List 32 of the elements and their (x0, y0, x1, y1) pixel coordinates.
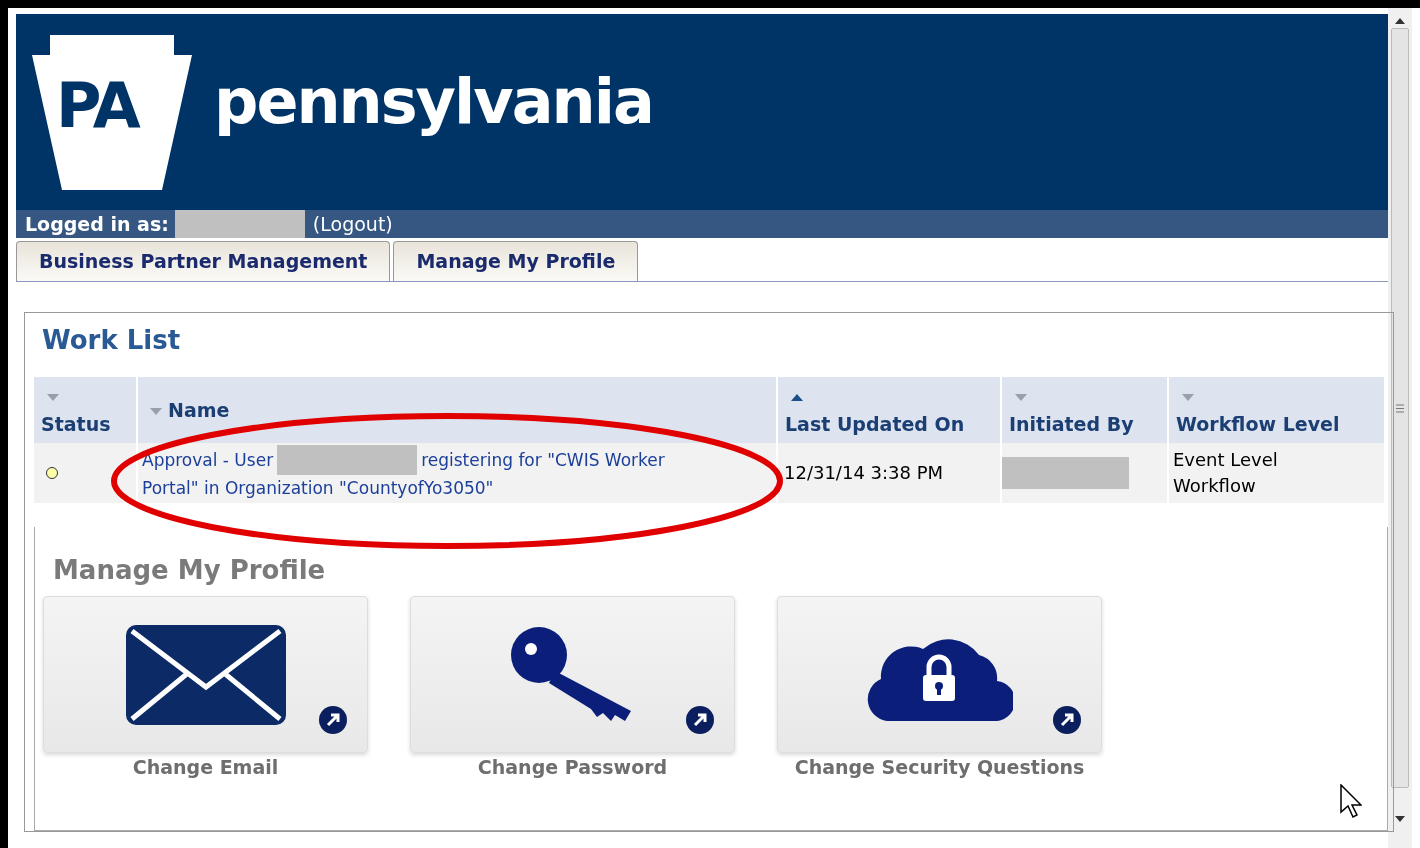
column-header[interactable]: Last Updated On (778, 377, 1002, 443)
grip-icon (1396, 403, 1404, 413)
item-name-text[interactable]: registering for "CWIS Worker (421, 447, 665, 473)
date-cell-text: 12/31/14 3:38 PM (784, 461, 944, 485)
workflow-level-cell-text: Event Level Workflow (1173, 448, 1279, 498)
scroll-down-icon[interactable] (1395, 816, 1405, 822)
keystone-logo-icon (32, 34, 192, 190)
tab[interactable]: Manage My Profile (393, 241, 639, 281)
envelope-icon (125, 624, 286, 725)
section-title: Manage My Profile (53, 554, 327, 587)
item-name-text[interactable]: Approval - User (142, 447, 274, 473)
profile-tile[interactable] (777, 596, 1102, 753)
tab[interactable]: Business Partner Management (16, 241, 391, 281)
item-name-text[interactable]: Portal" in Organization "CountyofYo3050" (142, 475, 665, 501)
mouse-cursor-icon (1340, 784, 1362, 818)
profile-tile[interactable] (43, 596, 368, 753)
tile-label[interactable]: Change Password (477, 753, 668, 782)
scroll-up-icon[interactable] (1395, 18, 1405, 24)
column-header[interactable]: Name (138, 377, 778, 443)
tile-label[interactable]: Change Email (132, 753, 279, 782)
scroll-thumb[interactable] (1391, 28, 1409, 788)
sort-up-icon[interactable] (791, 394, 803, 402)
column-header[interactable]: Initiated By (1002, 377, 1169, 443)
panel-title: Work List (42, 324, 182, 357)
logged-in-label: Logged in as: (25, 211, 169, 237)
scrollbar[interactable] (1388, 8, 1412, 848)
column-header[interactable]: Workflow Level (1169, 377, 1386, 443)
logout-link[interactable]: (Logout) (312, 209, 393, 239)
profile-tile[interactable] (410, 596, 735, 753)
tile-label[interactable]: Change Security Questions (794, 753, 1085, 782)
column-header[interactable]: Status (34, 377, 138, 443)
logo-text: PA (56, 74, 138, 137)
